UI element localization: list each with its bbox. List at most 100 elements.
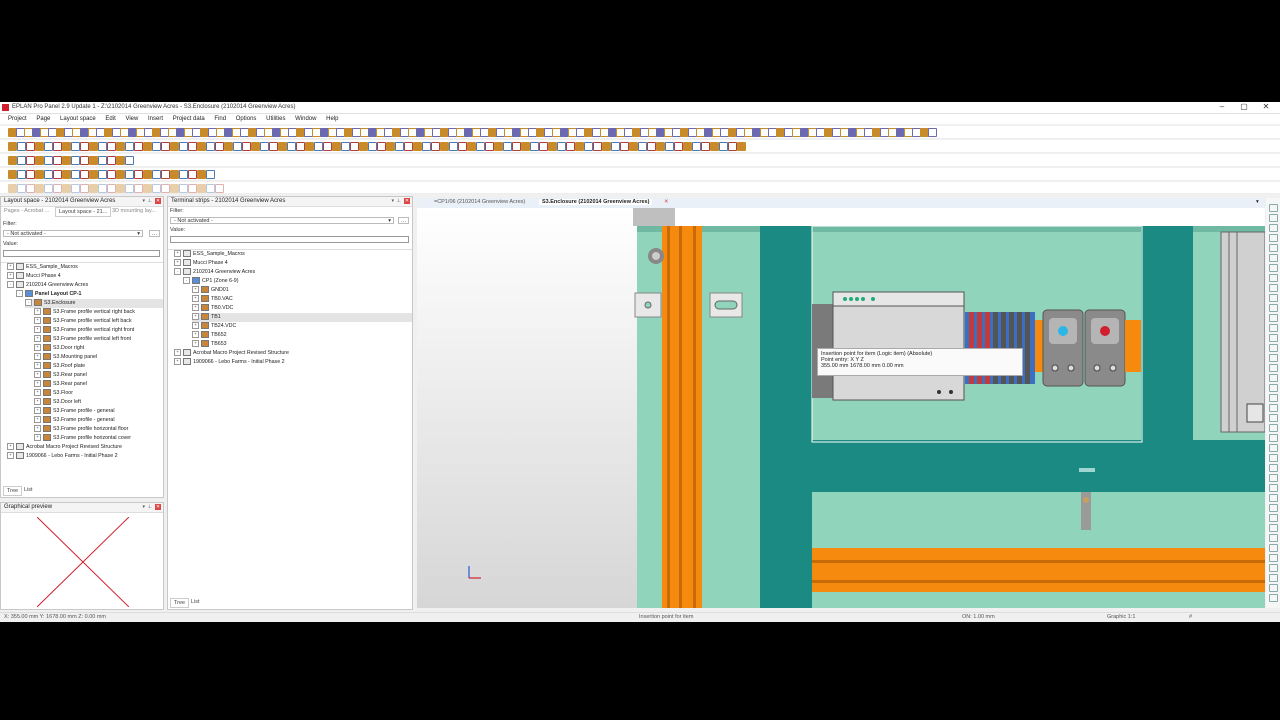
expand-icon[interactable]: +	[34, 308, 41, 316]
toolbar-icon[interactable]	[476, 142, 485, 151]
menu-window[interactable]: Window	[295, 116, 316, 122]
toolbar-icon[interactable]	[116, 156, 125, 165]
toolbar-icon[interactable]	[512, 142, 521, 151]
terminal-tree-item[interactable]: + TB653	[192, 340, 227, 349]
draw-tool-icon[interactable]	[1269, 374, 1278, 382]
draw-tool-icon[interactable]	[1269, 224, 1278, 232]
toolbar-icon[interactable]	[413, 142, 422, 151]
toolbar-icon[interactable]	[125, 170, 134, 179]
toolbar-icon[interactable]	[62, 142, 71, 151]
draw-tool-icon[interactable]	[1269, 204, 1278, 212]
toolbar-icon[interactable]	[323, 142, 332, 151]
layout-tree-item[interactable]: + S3.Frame profile horizontal cover	[34, 434, 131, 443]
toolbar-icon[interactable]	[179, 142, 188, 151]
toolbar-icon[interactable]	[296, 142, 305, 151]
panel-menu-icon[interactable]: ▾	[391, 198, 394, 204]
expand-icon[interactable]: +	[7, 272, 14, 280]
toolbar-icon[interactable]	[89, 156, 98, 165]
tab-s3-enclosure[interactable]: S3.Enclosure (2102014 Greenview Acres)	[539, 199, 653, 205]
expand-icon[interactable]: +	[174, 259, 181, 267]
terminal-strips-close-button[interactable]: ✕	[404, 198, 410, 204]
toolbar-icon[interactable]	[620, 142, 629, 151]
toolbar-icon[interactable]	[188, 142, 197, 151]
expand-icon[interactable]: +	[192, 295, 199, 303]
toolbar-icon[interactable]	[26, 142, 35, 151]
toolbar-icon[interactable]	[314, 142, 323, 151]
expand-icon[interactable]: +	[34, 335, 41, 343]
terminal-tree-item[interactable]: + Mucci Phase 4	[174, 259, 228, 268]
toolbar-icon[interactable]	[179, 184, 188, 193]
toolbar-icon[interactable]	[377, 142, 386, 151]
menu-layout-space[interactable]: Layout space	[60, 116, 96, 122]
menu-view[interactable]: View	[125, 116, 138, 122]
draw-tool-icon[interactable]	[1269, 544, 1278, 552]
tab-tree[interactable]: Tree	[3, 486, 23, 496]
toolbar-icon[interactable]	[161, 184, 170, 193]
layout-tree-item[interactable]: + S3.Rear panel	[34, 371, 87, 380]
toolbar-icon[interactable]	[395, 142, 404, 151]
toolbar-icon[interactable]	[260, 142, 269, 151]
terminal-tree-item[interactable]: - 2102014 Greenview Acres	[174, 268, 255, 277]
terminal-tree-item[interactable]: + TB24.VDC	[192, 322, 236, 331]
toolbar-icon[interactable]	[35, 156, 44, 165]
menu-options[interactable]: Options	[236, 116, 257, 122]
layout-tree-item[interactable]: + S3.Floor	[34, 389, 73, 398]
toolbar-icon[interactable]	[638, 142, 647, 151]
toolbar-icon[interactable]	[350, 142, 359, 151]
toolbar-icon[interactable]	[197, 184, 206, 193]
terminal-tree-item[interactable]: - CP1 (Zone 6-9)	[183, 277, 239, 286]
draw-tool-icon[interactable]	[1269, 434, 1278, 442]
layout-space-close-button[interactable]: ✕	[155, 198, 161, 204]
expand-icon[interactable]: +	[34, 425, 41, 433]
expand-icon[interactable]: +	[34, 389, 41, 397]
toolbar-icon[interactable]	[8, 156, 17, 165]
toolbar-icon[interactable]	[116, 170, 125, 179]
terminal-tree-item[interactable]: + TB1	[192, 313, 412, 322]
draw-tool-icon[interactable]	[1269, 414, 1278, 422]
expand-icon[interactable]: +	[34, 434, 41, 442]
enclosure-3d-view[interactable]	[417, 208, 1265, 608]
expand-icon[interactable]: +	[34, 380, 41, 388]
toolbar-icon[interactable]	[53, 156, 62, 165]
toolbar-icon[interactable]	[53, 170, 62, 179]
toolbar-icon[interactable]	[98, 184, 107, 193]
toolbar-icon[interactable]	[188, 170, 197, 179]
toolbar-icon[interactable]	[566, 142, 575, 151]
layout-tree-item[interactable]: + S3.Door left	[34, 398, 81, 407]
toolbar-icon[interactable]	[35, 170, 44, 179]
tab-pages[interactable]: Pages - Acrobat ...	[1, 207, 52, 215]
filter-select[interactable]: - Not activated - ▾	[3, 230, 143, 237]
expand-icon[interactable]: +	[7, 452, 14, 460]
tab-cp1-06[interactable]: =CP1/06 (2102014 Greenview Acres)	[431, 199, 528, 205]
toolbar-icon[interactable]	[494, 142, 503, 151]
menu-insert[interactable]: Insert	[148, 116, 163, 122]
toolbar-icon[interactable]	[125, 184, 134, 193]
close-tab-icon[interactable]: ✕	[661, 199, 672, 205]
toolbar-icon[interactable]	[170, 170, 179, 179]
value-input[interactable]	[3, 250, 160, 257]
pin-icon[interactable]: ⊥	[397, 198, 401, 204]
toolbar-icon[interactable]	[17, 170, 26, 179]
layout-tree-item[interactable]: + S3.Frame profile vertical right back	[34, 308, 135, 317]
pin-icon[interactable]: ⊥	[148, 198, 152, 204]
tab-tree[interactable]: Tree	[170, 598, 190, 608]
toolbar-icon[interactable]	[233, 142, 242, 151]
collapse-icon[interactable]: -	[174, 268, 181, 276]
expand-icon[interactable]: +	[34, 416, 41, 424]
layout-tree-item[interactable]: + S3.Door right	[34, 344, 84, 353]
terminal-tree-item[interactable]: + GND01	[192, 286, 229, 295]
toolbar-icon[interactable]	[161, 170, 170, 179]
draw-tool-icon[interactable]	[1269, 264, 1278, 272]
toolbar-icon[interactable]	[134, 184, 143, 193]
expand-icon[interactable]: +	[34, 326, 41, 334]
toolbar-icon[interactable]	[602, 142, 611, 151]
toolbar-icon[interactable]	[143, 184, 152, 193]
toolbar-icon[interactable]	[8, 170, 17, 179]
draw-tool-icon[interactable]	[1269, 334, 1278, 342]
draw-tool-icon[interactable]	[1269, 514, 1278, 522]
toolbar-icon[interactable]	[125, 142, 134, 151]
draw-tool-icon[interactable]	[1269, 484, 1278, 492]
toolbar-icon[interactable]	[53, 142, 62, 151]
draw-tool-icon[interactable]	[1269, 444, 1278, 452]
terminal-tree-item[interactable]: + ESS_Sample_Macros	[174, 250, 245, 259]
